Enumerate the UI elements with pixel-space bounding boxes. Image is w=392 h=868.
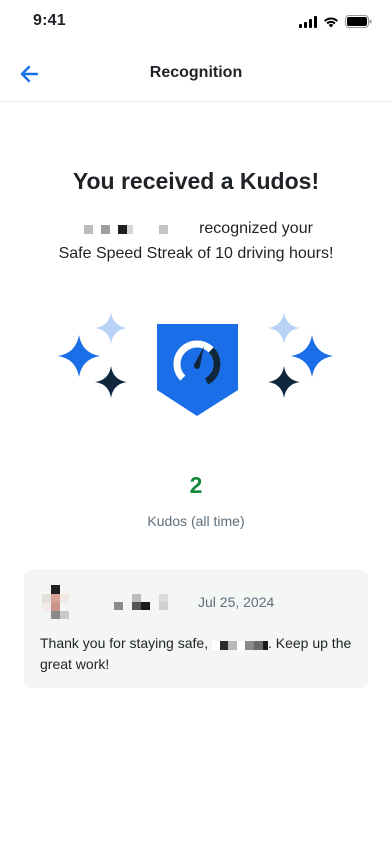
kudos-subtext: recognized your Safe Speed Streak of 10 … [0,216,392,266]
page-title: Recognition [149,64,243,81]
sparkle-light-right-icon [268,312,300,344]
message-prefix: Thank you for staying safe, [40,635,209,651]
redacted-sender-name [79,216,191,241]
status-icons [299,15,372,28]
avatar [42,585,70,619]
battery-icon [345,15,372,28]
sparkle-blue-right-icon [291,335,333,377]
redacted-sender-name [114,592,174,610]
sparkle-navy-right-icon [268,366,300,398]
sparkle-light-left-icon [95,312,127,344]
redacted-recipient-name [211,634,268,654]
sparkle-blue-left-icon [58,335,100,377]
sparkle-navy-left-icon [95,366,127,398]
kudos-count-label: Kudos (all time) [147,513,245,529]
kudos-count: 2 [189,472,203,498]
status-time: 9:41 [33,12,66,29]
wifi-icon [324,17,338,27]
nav-bar: Recognition [0,46,392,102]
cellular-signal-icon [299,15,317,28]
subtext-line-1: recognized your [0,216,392,241]
kudos-card: Jul 25, 2024 Thank you for staying safe,… [24,569,368,688]
speedometer-shield-icon [157,324,238,416]
kudos-date: Jul 25, 2024 [198,594,275,610]
status-bar: 9:41 [0,0,392,46]
kudos-headline: You received a Kudos! [72,168,320,194]
subtext-line-2: Safe Speed Streak of 10 driving hours! [58,245,334,263]
kudos-message: Thank you for staying safe, . Keep up th… [40,633,358,674]
subtext-recognized: recognized your [199,220,313,237]
badge-artwork [56,308,336,420]
